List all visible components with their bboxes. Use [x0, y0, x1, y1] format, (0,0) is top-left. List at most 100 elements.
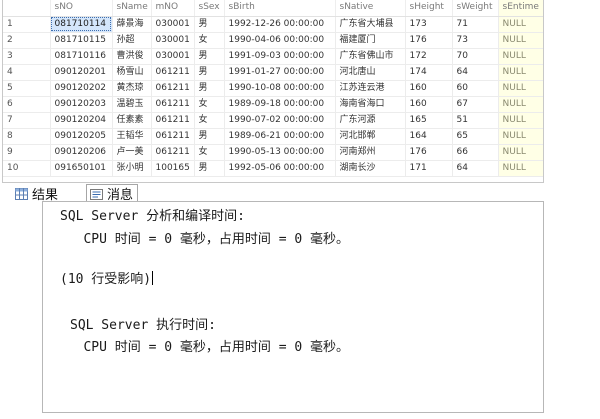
table-cell[interactable]: 081710114 — [50, 16, 113, 33]
row-number-cell[interactable]: 9 — [3, 144, 51, 161]
table-cell[interactable]: 061211 — [151, 128, 195, 145]
table-cell[interactable]: 1990-04-06 00:00:00 — [224, 32, 336, 49]
table-cell[interactable]: 030001 — [151, 16, 195, 33]
table-cell[interactable]: 1992-05-06 00:00:00 — [224, 160, 336, 177]
table-cell[interactable]: 64 — [452, 64, 499, 81]
table-row[interactable]: 7 090120204 任素素 061211 女 1990-07-02 00:00:00 广… — [3, 112, 543, 129]
table-cell[interactable]: 67 — [452, 96, 499, 113]
header-cell[interactable]: sBirth — [224, 0, 336, 17]
table-cell[interactable]: 海南省海口 — [335, 96, 406, 113]
table-cell[interactable]: 卢一美 — [112, 144, 152, 161]
table-cell[interactable]: 51 — [452, 112, 499, 129]
header-cell[interactable]: sNative — [335, 0, 406, 17]
table-cell[interactable]: 张小明 — [112, 160, 152, 177]
table-row[interactable]: 2 081710115 孙超 030001 女 1990-04-06 00:00:00 福建… — [3, 32, 543, 49]
row-number-cell[interactable]: 8 — [3, 128, 51, 145]
table-cell[interactable]: 女 — [194, 112, 225, 129]
table-cell[interactable]: 090120203 — [50, 96, 113, 113]
table-row[interactable]: 8 090120205 王韬华 061211 男 1989-06-21 00:00:00 河… — [3, 128, 543, 145]
results-grid[interactable]: sNO sName mNO sSex sBirth sNative sHeigh… — [2, 0, 544, 183]
table-cell[interactable]: 男 — [194, 64, 225, 81]
table-cell[interactable]: NULL — [498, 144, 543, 161]
table-cell[interactable]: 1989-06-21 00:00:00 — [224, 128, 336, 145]
header-cell[interactable]: sName — [112, 0, 152, 17]
table-cell[interactable]: NULL — [498, 48, 543, 65]
table-cell[interactable]: 061211 — [151, 144, 195, 161]
row-number-cell[interactable]: 4 — [3, 64, 51, 81]
table-cell[interactable]: 1991-09-03 00:00:00 — [224, 48, 336, 65]
table-cell[interactable]: 男 — [194, 16, 225, 33]
table-cell[interactable]: 081710116 — [50, 48, 113, 65]
row-number-cell[interactable]: 7 — [3, 112, 51, 129]
table-row[interactable]: 5 090120202 黄杰琼 061211 男 1990-10-08 00:00:00 江… — [3, 80, 543, 97]
table-row[interactable]: 6 090120203 温碧玉 061211 女 1989-09-18 00:00:00 海… — [3, 96, 543, 113]
table-cell[interactable]: 71 — [452, 16, 499, 33]
table-cell[interactable]: NULL — [498, 32, 543, 49]
table-cell[interactable]: 1991-01-27 00:00:00 — [224, 64, 336, 81]
table-cell[interactable]: 广东省大埔县 — [335, 16, 406, 33]
row-number-cell[interactable]: 2 — [3, 32, 51, 49]
table-cell[interactable]: 176 — [405, 144, 453, 161]
table-cell[interactable]: 66 — [452, 144, 499, 161]
table-cell[interactable]: 黄杰琼 — [112, 80, 152, 97]
table-cell[interactable]: 73 — [452, 32, 499, 49]
table-cell[interactable]: NULL — [498, 16, 543, 33]
table-cell[interactable]: 030001 — [151, 48, 195, 65]
table-cell[interactable]: 081710115 — [50, 32, 113, 49]
table-cell[interactable]: 1989-09-18 00:00:00 — [224, 96, 336, 113]
header-cell[interactable]: sWeight — [452, 0, 499, 17]
table-cell[interactable]: 090120204 — [50, 112, 113, 129]
table-row[interactable]: 4 090120201 杨雪山 061211 男 1991-01-27 00:00:00 河… — [3, 64, 543, 81]
table-cell[interactable]: 160 — [405, 80, 453, 97]
table-cell[interactable]: 男 — [194, 160, 225, 177]
row-number-cell[interactable]: 5 — [3, 80, 51, 97]
table-cell[interactable]: 河南郑州 — [335, 144, 406, 161]
tab-messages[interactable]: 消息 — [86, 184, 139, 203]
table-cell[interactable]: 090120206 — [50, 144, 113, 161]
table-cell[interactable]: 杨雪山 — [112, 64, 152, 81]
table-cell[interactable]: 061211 — [151, 96, 195, 113]
table-cell[interactable]: 女 — [194, 96, 225, 113]
table-cell[interactable]: 男 — [194, 128, 225, 145]
table-cell[interactable]: 孙超 — [112, 32, 152, 49]
table-cell[interactable]: NULL — [498, 80, 543, 97]
tab-results[interactable]: 结果 — [12, 185, 63, 203]
table-row[interactable]: 3 081710116 曹洪俊 030001 男 1991-09-03 00:00:00 广… — [3, 48, 543, 65]
table-cell[interactable]: 薛景海 — [112, 16, 152, 33]
table-cell[interactable]: 061211 — [151, 80, 195, 97]
table-row[interactable]: 10 091650101 张小明 100165 男 1992-05-06 00:00:00… — [3, 160, 543, 177]
header-cell[interactable] — [3, 0, 51, 17]
messages-pane[interactable]: SQL Server 分析和编译时间: CPU 时间 = 0 毫秒，占用时间 =… — [42, 201, 544, 413]
row-number-cell[interactable]: 1 — [3, 16, 51, 33]
header-cell[interactable]: mNO — [151, 0, 195, 17]
table-cell[interactable]: 061211 — [151, 112, 195, 129]
table-cell[interactable]: 164 — [405, 128, 453, 145]
table-cell[interactable]: NULL — [498, 128, 543, 145]
table-cell[interactable]: 男 — [194, 80, 225, 97]
table-cell[interactable]: 176 — [405, 32, 453, 49]
header-cell[interactable]: sNO — [50, 0, 113, 17]
table-cell[interactable]: 70 — [452, 48, 499, 65]
table-cell[interactable]: 030001 — [151, 32, 195, 49]
table-cell[interactable]: 090120205 — [50, 128, 113, 145]
table-cell[interactable]: 男 — [194, 48, 225, 65]
table-cell[interactable]: 1990-07-02 00:00:00 — [224, 112, 336, 129]
row-number-cell[interactable]: 3 — [3, 48, 51, 65]
row-number-cell[interactable]: 6 — [3, 96, 51, 113]
table-cell[interactable]: 福建厦门 — [335, 32, 406, 49]
table-cell[interactable]: 1990-05-13 00:00:00 — [224, 144, 336, 161]
table-cell[interactable]: 湖南长沙 — [335, 160, 406, 177]
table-cell[interactable]: 091650101 — [50, 160, 113, 177]
header-cell[interactable]: sSex — [194, 0, 225, 17]
table-cell[interactable]: 广东省佛山市 — [335, 48, 406, 65]
table-row[interactable]: 9 090120206 卢一美 061211 女 1990-05-13 00:00:00 河… — [3, 144, 543, 161]
table-cell[interactable]: 河北唐山 — [335, 64, 406, 81]
table-cell[interactable]: 172 — [405, 48, 453, 65]
table-cell[interactable]: 64 — [452, 160, 499, 177]
table-cell[interactable]: 温碧玉 — [112, 96, 152, 113]
table-cell[interactable]: 江苏连云港 — [335, 80, 406, 97]
row-number-cell[interactable]: 10 — [3, 160, 51, 177]
table-cell[interactable]: 广东河源 — [335, 112, 406, 129]
table-cell[interactable]: 王韬华 — [112, 128, 152, 145]
table-cell[interactable]: NULL — [498, 112, 543, 129]
